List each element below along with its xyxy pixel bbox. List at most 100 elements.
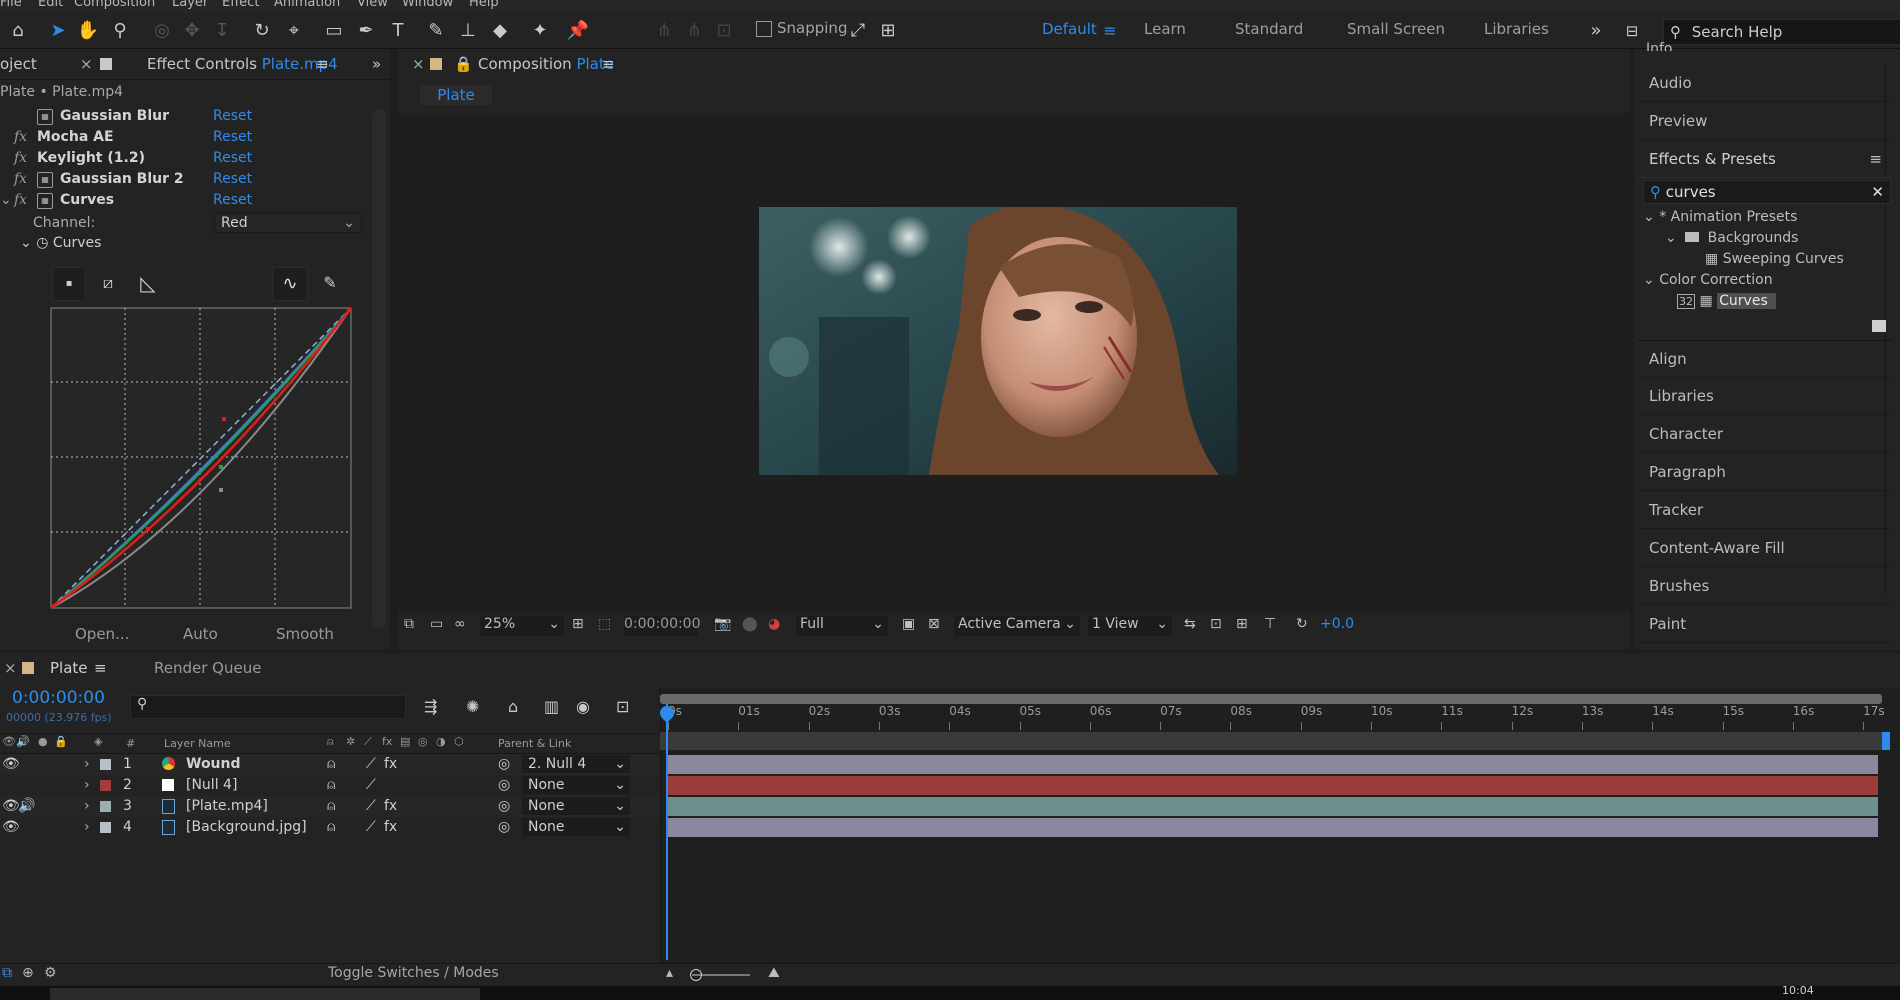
effect-row[interactable]: fx ▦ Gaussian Blur 2 Reset xyxy=(0,169,370,190)
paragraph-panel-item[interactable]: Paragraph xyxy=(1637,454,1892,491)
region-of-interest-icon[interactable]: ⬚ xyxy=(598,616,611,632)
effect-row[interactable]: ▦ Gaussian Blur Reset xyxy=(0,106,370,127)
clone-stamp-tool-icon[interactable]: ⊥ xyxy=(456,19,480,43)
workspace-default[interactable]: Default xyxy=(1042,20,1097,38)
show-snapshot-icon[interactable]: ⬤ xyxy=(742,616,758,632)
chevron-right-icon[interactable]: › xyxy=(84,775,90,796)
shy-switch-icon[interactable]: ⍝ xyxy=(327,817,335,838)
layer-bar-null4[interactable] xyxy=(668,776,1878,795)
search-help-field[interactable]: ⚲ Search Help xyxy=(1663,19,1900,45)
pencil-tool-icon[interactable]: ✎ xyxy=(314,267,346,299)
menu-effect[interactable]: Effect xyxy=(222,0,259,10)
monitor-icon[interactable]: ▭ xyxy=(430,616,443,632)
pickwhip-icon[interactable]: ◎ xyxy=(498,775,510,796)
effects-search-field[interactable]: ⚲ curves ✕ xyxy=(1643,180,1891,204)
menu-view[interactable]: View xyxy=(357,0,388,10)
comp-mini-flowchart-icon[interactable]: ⇶ xyxy=(424,697,437,716)
menu-window[interactable]: Window xyxy=(402,0,453,10)
content-aware-fill-panel-item[interactable]: Content-Aware Fill xyxy=(1637,530,1892,567)
roto-brush-tool-icon[interactable]: ✦ xyxy=(528,19,552,43)
pan-tool-icon[interactable]: ✥ xyxy=(180,19,204,43)
workspace-learn[interactable]: Learn xyxy=(1144,20,1186,38)
reset-link[interactable]: Reset xyxy=(213,106,252,127)
fx-icon[interactable]: fx xyxy=(14,127,27,148)
tree-item-backgrounds[interactable]: ⌄ Backgrounds xyxy=(1643,228,1844,249)
table-row[interactable]: 👁 🔊 › 3 [Plate.mp4] ⍝ ⟋ fx ◎ None ⌄ xyxy=(0,796,660,817)
fx-icon[interactable]: fx xyxy=(14,190,27,211)
exposure-reset-icon[interactable]: ↻ xyxy=(1296,616,1308,632)
layer-bar-plate[interactable] xyxy=(668,797,1878,816)
workspace-menu-icon[interactable]: ≡ xyxy=(1098,19,1122,43)
smooth-button[interactable]: Smooth xyxy=(276,625,334,643)
label-color-swatch[interactable] xyxy=(100,801,111,812)
layer-bar-wound[interactable] xyxy=(668,755,1878,774)
workspace-standard[interactable]: Standard xyxy=(1235,20,1303,38)
auto-button[interactable]: Auto xyxy=(183,625,218,643)
panel-menu-icon[interactable]: ≡ xyxy=(1869,141,1882,177)
effect-row[interactable]: ⌄ fx ▦ Curves Reset xyxy=(0,190,370,211)
preview-panel-item[interactable]: Preview xyxy=(1637,103,1892,140)
curve-size-medium-button[interactable]: ⧄ xyxy=(92,267,124,299)
label-color-swatch[interactable] xyxy=(100,759,111,770)
rotate-tool-icon[interactable]: ↻ xyxy=(250,19,274,43)
curves-property[interactable]: ⌄ ◷ Curves xyxy=(20,235,101,251)
quality-switch-icon[interactable]: ⟋ xyxy=(366,817,376,838)
reset-exposure-icon[interactable]: ⊡ xyxy=(1210,616,1222,632)
fx-switch-icon[interactable]: fx xyxy=(384,817,397,838)
channel-dropdown[interactable]: Red ⌄ xyxy=(214,213,362,233)
lock-icon[interactable]: 🔒 xyxy=(454,49,473,79)
paint-panel-item[interactable]: Paint xyxy=(1637,606,1892,643)
menu-edit[interactable]: Edit xyxy=(38,0,63,10)
menu-layer[interactable]: Layer xyxy=(172,0,208,10)
composition-frame[interactable] xyxy=(759,207,1237,475)
exposure-value[interactable]: +0.0 xyxy=(1320,616,1354,632)
taskbar-search[interactable] xyxy=(50,988,480,1000)
panel-menu-icon[interactable]: ≡ xyxy=(94,653,107,683)
column-layer-name[interactable]: Layer Name xyxy=(164,737,231,750)
parent-dropdown[interactable]: None ⌄ xyxy=(522,818,630,836)
lock-icon[interactable] xyxy=(100,58,112,70)
table-row[interactable]: › 2 [Null 4] ⍝ ⟋ ◎ None ⌄ xyxy=(0,775,660,796)
always-preview-icon[interactable]: ⧉ xyxy=(404,616,414,632)
frame-blending-icon[interactable]: ▥ xyxy=(544,697,559,716)
draft-3d-icon[interactable]: ✺ xyxy=(466,697,479,716)
audio-panel-item[interactable]: Audio xyxy=(1637,65,1892,102)
fx-icon[interactable]: fx xyxy=(14,148,27,169)
transfer-controls-icon[interactable]: ⊕ xyxy=(22,965,34,981)
dolly-tool-icon[interactable]: ↧ xyxy=(210,19,234,43)
zoom-out-icon[interactable]: ▴ xyxy=(666,965,673,981)
audio-toggle-icon[interactable]: 🔊 xyxy=(16,735,30,748)
zoom-tool-icon[interactable]: ⚲ xyxy=(108,19,132,43)
panel-scrollbar[interactable] xyxy=(372,109,386,629)
close-tab-icon[interactable]: × xyxy=(80,49,93,79)
resolution-dropdown[interactable]: Full ⌄ xyxy=(796,616,888,636)
fx-icon[interactable]: fx xyxy=(14,169,27,190)
shy-switch-icon[interactable]: ⍝ xyxy=(327,754,335,775)
panel-menu-icon[interactable]: ≡ xyxy=(602,49,615,79)
time-ruler[interactable]: 0s 01s 02s 03s 04s 05s 06s 07s 08s 09s 10s 11s 12s 13… xyxy=(660,704,1900,732)
pixel-aspect-icon[interactable]: ⊞ xyxy=(1236,616,1248,632)
eraser-tool-icon[interactable]: ◆ xyxy=(488,19,512,43)
parent-dropdown[interactable]: None ⌄ xyxy=(522,797,630,815)
snap-features-icon[interactable]: ⊞ xyxy=(876,19,900,43)
reset-link[interactable]: Reset xyxy=(213,169,252,190)
project-tab[interactable]: oject xyxy=(0,49,37,79)
toggle-view-icon[interactable]: ⇆ xyxy=(1184,616,1196,632)
menu-composition[interactable]: Composition xyxy=(74,0,155,10)
menu-file[interactable]: File xyxy=(0,0,22,10)
workspace-libraries[interactable]: Libraries xyxy=(1484,20,1549,38)
menu-animation[interactable]: Animation xyxy=(274,0,340,10)
label-color-swatch[interactable] xyxy=(100,780,111,791)
snap-edges-icon[interactable]: ⤢ xyxy=(846,19,870,43)
workspace-small-screen[interactable]: Small Screen xyxy=(1347,20,1445,38)
fx-switch-icon[interactable]: fx xyxy=(384,796,397,817)
layer-name[interactable]: [Plate.mp4] xyxy=(186,796,268,817)
hide-shy-layers-icon[interactable]: ⌂ xyxy=(508,697,518,716)
flowchart-icon[interactable]: ⊤ xyxy=(1264,616,1276,632)
fast-previews-icon[interactable]: ▣ xyxy=(902,616,915,632)
shy-switch-icon[interactable]: ⍝ xyxy=(327,796,335,817)
new-bin-icon[interactable] xyxy=(1872,320,1886,332)
effects-presets-header[interactable]: Effects & Presets ≡ xyxy=(1637,141,1892,178)
sync-settings-icon[interactable]: ⊟ xyxy=(1620,19,1644,43)
composition-tab[interactable]: Composition Plate xyxy=(478,49,614,79)
